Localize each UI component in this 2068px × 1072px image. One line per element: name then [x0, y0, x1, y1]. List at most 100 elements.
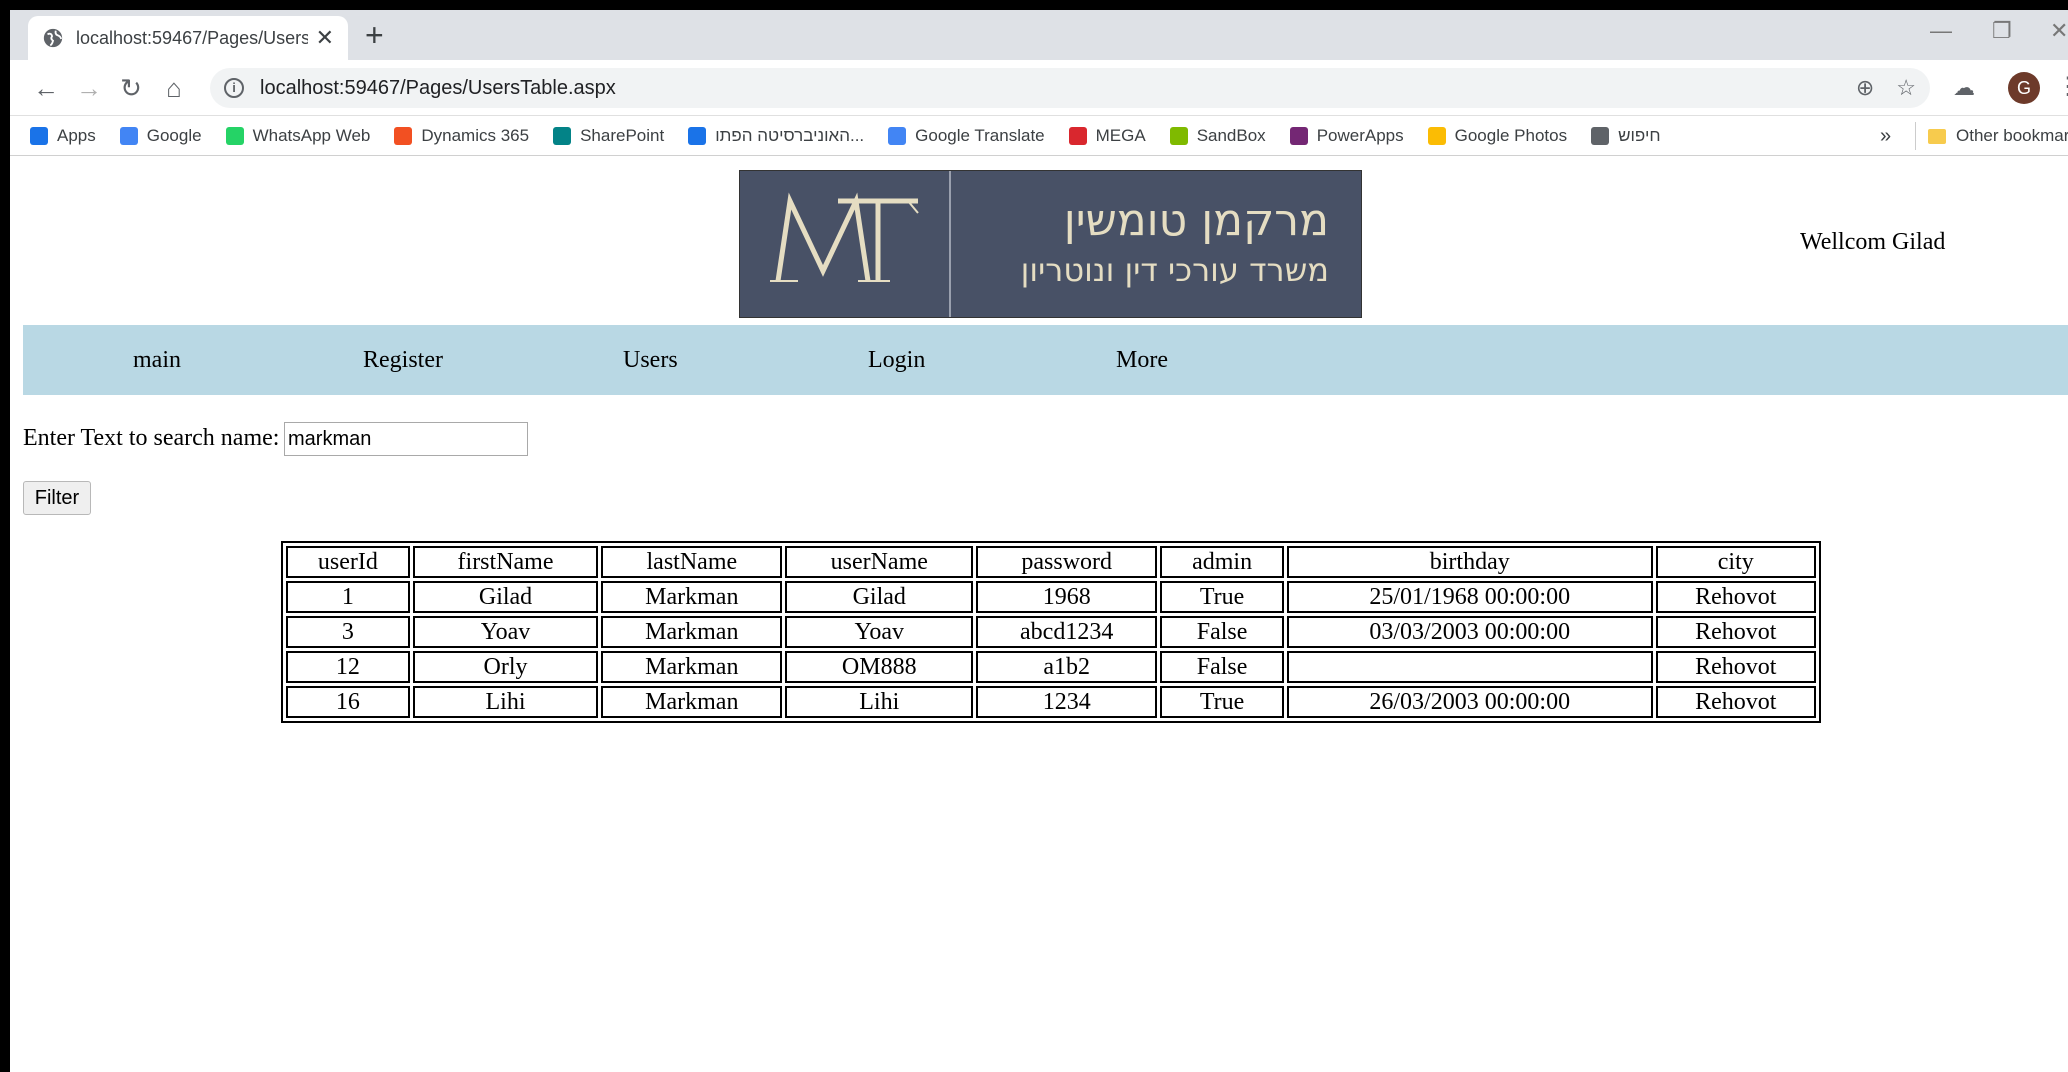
globe-icon — [43, 28, 63, 48]
bookmark-star-icon[interactable]: ☆ — [1896, 75, 1916, 101]
new-tab-button[interactable]: + — [365, 18, 384, 52]
table-cell-password: 1234 — [976, 686, 1158, 718]
avatar[interactable]: G — [2008, 72, 2040, 104]
more-bookmarks-button[interactable]: » — [1880, 116, 1891, 156]
close-window-icon[interactable]: ✕ — [2050, 18, 2068, 44]
minimize-icon[interactable]: — — [1930, 18, 1952, 44]
bookmark-item[interactable]: Apps — [30, 126, 96, 146]
home-icon[interactable]: ⌂ — [158, 72, 190, 104]
table-cell-admin: True — [1160, 581, 1284, 613]
menu-item-register[interactable]: Register — [363, 347, 443, 374]
other-bookmarks-folder[interactable]: Other bookmarks — [1915, 122, 2068, 150]
photos-icon — [1427, 126, 1446, 145]
logo-firm-name: מרקמן טומשין — [1063, 195, 1329, 246]
table-cell-city: Rehovot — [1655, 651, 1816, 683]
close-tab-icon[interactable]: ✕ — [316, 25, 334, 51]
table-cell-userName: Yoav — [785, 616, 974, 648]
bookmark-label: Apps — [57, 125, 96, 145]
search-label: Enter Text to search name: — [23, 425, 280, 451]
table-cell-password: abcd1234 — [976, 616, 1158, 648]
table-cell-lastName: Markman — [601, 616, 783, 648]
column-header-firstName: firstName — [412, 546, 599, 578]
bookmark-item[interactable]: Dynamics 365 — [394, 126, 529, 146]
bookmark-item[interactable]: האוניברסיטה הפתו... — [688, 126, 864, 146]
table-cell-password: a1b2 — [976, 651, 1158, 683]
table-cell-userName: Gilad — [785, 581, 974, 613]
table-cell-userName: OM888 — [785, 651, 974, 683]
users-table: userId firstName lastName userName password a… — [281, 541, 1821, 723]
column-header-city: city — [1655, 546, 1816, 578]
zoom-icon[interactable]: ⊕ — [1856, 75, 1874, 101]
bookmark-label: חיפוש — [1618, 125, 1661, 145]
column-header-admin: admin — [1160, 546, 1284, 578]
menu-item-main[interactable]: main — [133, 347, 181, 374]
bookmark-label: WhatsApp Web — [252, 125, 371, 145]
table-header-row: userId firstName lastName userName password a… — [286, 546, 1816, 578]
table-cell-firstName: Orly — [412, 651, 599, 683]
browser-window: localhost:59467/Pages/UsersTabl ✕ + — ❐ … — [10, 10, 2068, 1072]
filter-button[interactable]: Filter — [23, 481, 91, 515]
table-cell-lastName: Markman — [601, 686, 783, 718]
translate-icon — [888, 126, 907, 145]
table-cell-firstName: Gilad — [412, 581, 599, 613]
bookmark-label: PowerApps — [1316, 125, 1404, 145]
browser-toolbar: ← → ↻ ⌂ i localhost:59467/Pages/UsersTab… — [10, 60, 2068, 116]
table-cell-city: Rehovot — [1655, 581, 1816, 613]
column-header-lastName: lastName — [601, 546, 783, 578]
table-cell-birthday: 25/01/1968 00:00:00 — [1286, 581, 1653, 613]
bookmark-label: SandBox — [1196, 125, 1266, 145]
tab-title: localhost:59467/Pages/UsersTabl — [76, 27, 308, 48]
column-header-userName: userName — [785, 546, 974, 578]
url-text[interactable]: localhost:59467/Pages/UsersTable.aspx — [260, 77, 1834, 100]
table-cell-userId: 1 — [286, 581, 410, 613]
bookmarks-bar: Apps Google WhatsApp Web Dynamics 365 ShareP… — [10, 116, 2068, 156]
folder-icon — [1928, 128, 1946, 144]
address-bar[interactable]: i localhost:59467/Pages/UsersTable.aspx … — [210, 68, 1930, 108]
table-row: 12 Orly Markman OM888 a1b2 False Rehovot — [286, 651, 1816, 683]
mega-icon — [1068, 126, 1087, 145]
table-cell-userId: 3 — [286, 616, 410, 648]
bookmark-item[interactable]: Google — [119, 125, 202, 146]
table-cell-userId: 16 — [286, 686, 410, 718]
bookmark-label: MEGA — [1095, 125, 1146, 145]
logo-firm-subtitle: משרד עורכי דין ונוטריון — [1020, 251, 1329, 289]
back-icon[interactable]: ← — [30, 72, 62, 104]
table-cell-admin: True — [1160, 686, 1284, 718]
browser-tab[interactable]: localhost:59467/Pages/UsersTabl ✕ — [28, 16, 348, 60]
firm-logo: מרקמן טומשין משרד עורכי דין ונוטריון — [739, 170, 1362, 318]
bookmark-label: Dynamics 365 — [421, 125, 530, 145]
whatsapp-icon — [225, 126, 244, 145]
menu-item-more[interactable]: More — [1116, 347, 1168, 374]
menu-item-users[interactable]: Users — [623, 347, 678, 374]
site-info-icon[interactable]: i — [224, 78, 244, 98]
column-header-userId: userId — [286, 546, 410, 578]
mt-monogram-icon — [770, 192, 919, 282]
bookmark-label: Google — [146, 125, 202, 145]
apps-grid-icon — [30, 126, 48, 145]
reload-icon[interactable]: ↻ — [115, 72, 147, 104]
forward-icon[interactable]: → — [73, 72, 105, 104]
bookmark-item[interactable]: חיפוש — [1591, 125, 1661, 146]
bookmark-item[interactable]: Google Translate — [888, 126, 1045, 146]
menu-item-login[interactable]: Login — [868, 347, 925, 374]
table-cell-birthday: 26/03/2003 00:00:00 — [1286, 686, 1653, 718]
sharepoint-icon — [553, 126, 572, 145]
bookmark-item[interactable]: MEGA — [1068, 125, 1146, 146]
bookmark-item[interactable]: SandBox — [1169, 125, 1266, 146]
bookmark-item[interactable]: Google Photos — [1427, 126, 1567, 146]
bookmark-item[interactable]: WhatsApp Web — [225, 125, 371, 146]
bookmark-item[interactable]: SharePoint — [553, 126, 664, 146]
table-cell-city: Rehovot — [1655, 686, 1816, 718]
bookmark-item[interactable]: PowerApps — [1289, 125, 1404, 146]
menu-kebab-icon[interactable]: ⋮ — [2056, 72, 2068, 101]
search-input[interactable] — [284, 422, 528, 456]
welcome-text: Wellcom Gilad — [1800, 229, 1946, 255]
bookmark-label: האוניברסיטה הפתו... — [715, 125, 865, 145]
table-cell-city: Rehovot — [1655, 616, 1816, 648]
table-cell-admin: False — [1160, 616, 1284, 648]
extension-icon[interactable]: ☁ — [1953, 75, 1975, 101]
google-icon — [119, 126, 138, 145]
restore-icon[interactable]: ❐ — [1992, 18, 2012, 44]
microsoft-icon — [1169, 126, 1188, 145]
web-page: מרקמן טומשין משרד עורכי דין ונוטריון Wel… — [10, 157, 2068, 1072]
